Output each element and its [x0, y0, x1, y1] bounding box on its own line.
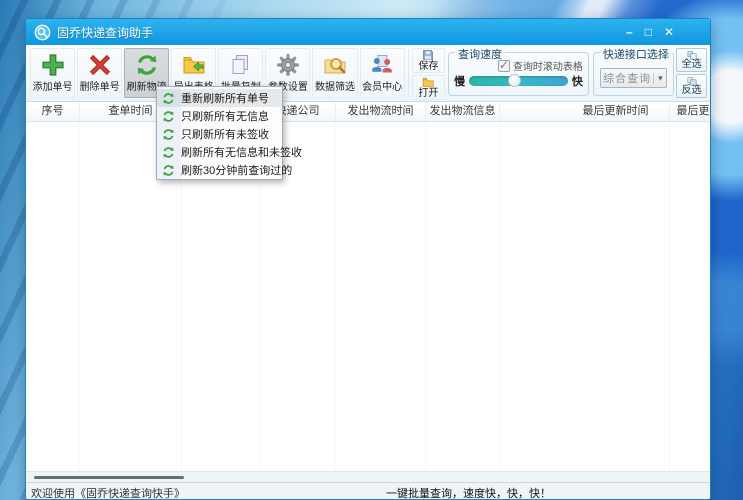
open-button[interactable]: 打开	[412, 75, 446, 100]
plus-icon	[41, 53, 65, 77]
add-number-button[interactable]: 添加单号	[30, 48, 75, 98]
slow-label: 慢	[454, 73, 465, 89]
interface-selected-value: 综合查询	[601, 70, 653, 86]
table-column-guide	[426, 122, 500, 471]
window-controls: – □ ✕	[626, 25, 674, 39]
window-title: 固乔快递查询助手	[57, 24, 626, 41]
express-interface-group: 快递接口选择 综合查询 ▾	[593, 52, 674, 96]
table-column-guide	[562, 122, 670, 471]
speed-slider-track[interactable]	[469, 76, 568, 86]
refresh-icon	[135, 53, 159, 77]
refresh-icon	[162, 92, 175, 105]
invert-selection-label: 反选	[682, 86, 702, 96]
member-center-button[interactable]: 会员中心	[360, 48, 405, 98]
toolbar-separator	[408, 49, 409, 97]
save-disk-icon	[422, 49, 434, 61]
selection-buttons-column: 全选 反选	[676, 47, 707, 99]
refresh-icon	[162, 128, 175, 141]
open-folder-icon	[422, 76, 434, 88]
minimize-button[interactable]: –	[626, 25, 633, 39]
app-icon	[34, 24, 51, 41]
copy-pages-icon	[229, 53, 253, 77]
file-buttons-column: 保存 打开	[412, 47, 446, 99]
menu-item-label: 刷新30分钟前查询过的	[181, 162, 292, 178]
menu-item-label: 只刷新所有无信息	[181, 108, 269, 124]
interface-select[interactable]: 综合查询 ▾	[600, 68, 667, 88]
column-header-last-update-info[interactable]: 最后更新物流	[670, 102, 710, 121]
data-filter-button[interactable]: 数据筛选	[312, 48, 357, 98]
people-icon	[370, 53, 394, 77]
save-label: 保存	[418, 61, 438, 72]
refresh-icon	[162, 164, 175, 177]
titlebar: 固乔快递查询助手 – □ ✕	[26, 19, 710, 45]
speed-slider-row: 慢 快	[454, 73, 583, 89]
table-column-guide	[26, 122, 80, 471]
delete-x-icon	[88, 53, 112, 77]
menu-item-refresh-30min[interactable]: 刷新30分钟前查询过的	[157, 161, 282, 179]
statusbar: 欢迎使用《固乔快递查询快手》 一键批量查询，速度快，快，快！	[26, 482, 710, 499]
menu-item-refresh-all[interactable]: 重新刷新所有单号	[157, 89, 282, 107]
table-column-guide	[500, 122, 562, 471]
scroll-table-checkbox-label: 查询时滚动表格	[513, 58, 583, 73]
delete-number-button[interactable]: 删除单号	[77, 48, 122, 98]
scroll-table-checkbox[interactable]	[498, 60, 510, 72]
status-welcome-text: 欢迎使用《固乔快递查询快手》	[31, 485, 185, 500]
delete-number-label: 删除单号	[80, 78, 120, 93]
status-message-text: 一键批量查询，速度快，快，快！	[386, 485, 551, 500]
chevron-down-icon: ▾	[653, 73, 666, 84]
refresh-icon	[162, 146, 175, 159]
export-folder-icon	[182, 53, 206, 77]
column-header-spacer	[500, 102, 562, 121]
invert-selection-button[interactable]: 反选	[676, 74, 707, 98]
table-body	[26, 122, 710, 471]
menu-item-label: 重新刷新所有单号	[181, 90, 269, 106]
fast-label: 快	[572, 73, 583, 89]
column-header-sent-time[interactable]: 发出物流时间	[336, 102, 426, 121]
data-filter-label: 数据筛选	[315, 78, 355, 93]
speed-slider-thumb[interactable]	[508, 74, 521, 87]
horizontal-scrollbar[interactable]	[26, 471, 710, 482]
menu-item-label: 只刷新所有未签收	[181, 126, 269, 142]
query-speed-group: 查询速度 查询时滚动表格 慢 快	[448, 52, 589, 96]
refresh-dropdown-menu: 重新刷新所有单号 只刷新所有无信息 只刷新所有未签收 刷新所有无信息和未签收 刷…	[156, 86, 283, 180]
column-header-index[interactable]: 序号	[26, 102, 80, 121]
horizontal-scrollbar-thumb[interactable]	[34, 476, 184, 479]
menu-item-refresh-no-info-unsigned[interactable]: 刷新所有无信息和未签收	[157, 143, 282, 161]
close-button[interactable]: ✕	[664, 25, 674, 39]
select-all-label: 全选	[682, 60, 702, 70]
table-header: 序号 查单时间 快递公司 发出物流时间 发出物流信息 最后更新时间 最后更新物流	[26, 102, 710, 122]
search-folder-icon	[323, 53, 347, 77]
column-header-sent-info[interactable]: 发出物流信息	[426, 102, 500, 121]
gear-icon	[276, 53, 300, 77]
save-button[interactable]: 保存	[412, 48, 446, 73]
open-label: 打开	[418, 88, 438, 99]
menu-item-refresh-no-info[interactable]: 只刷新所有无信息	[157, 107, 282, 125]
add-number-label: 添加单号	[33, 78, 73, 93]
menu-item-refresh-unsigned[interactable]: 只刷新所有未签收	[157, 125, 282, 143]
menu-item-label: 刷新所有无信息和未签收	[181, 144, 302, 160]
express-interface-title: 快递接口选择	[600, 46, 672, 62]
member-center-label: 会员中心	[362, 78, 402, 93]
toolbar: 添加单号 删除单号 刷新物流 导出表格 批量复制	[26, 45, 710, 102]
select-all-button[interactable]: 全选	[676, 48, 707, 72]
table-column-guide	[336, 122, 426, 471]
app-window: 固乔快递查询助手 – □ ✕ 添加单号 删除单号 刷新物流	[25, 18, 711, 500]
column-header-last-update-time[interactable]: 最后更新时间	[562, 102, 670, 121]
scroll-table-option[interactable]: 查询时滚动表格	[498, 58, 583, 73]
maximize-button[interactable]: □	[645, 25, 652, 39]
refresh-icon	[162, 110, 175, 123]
